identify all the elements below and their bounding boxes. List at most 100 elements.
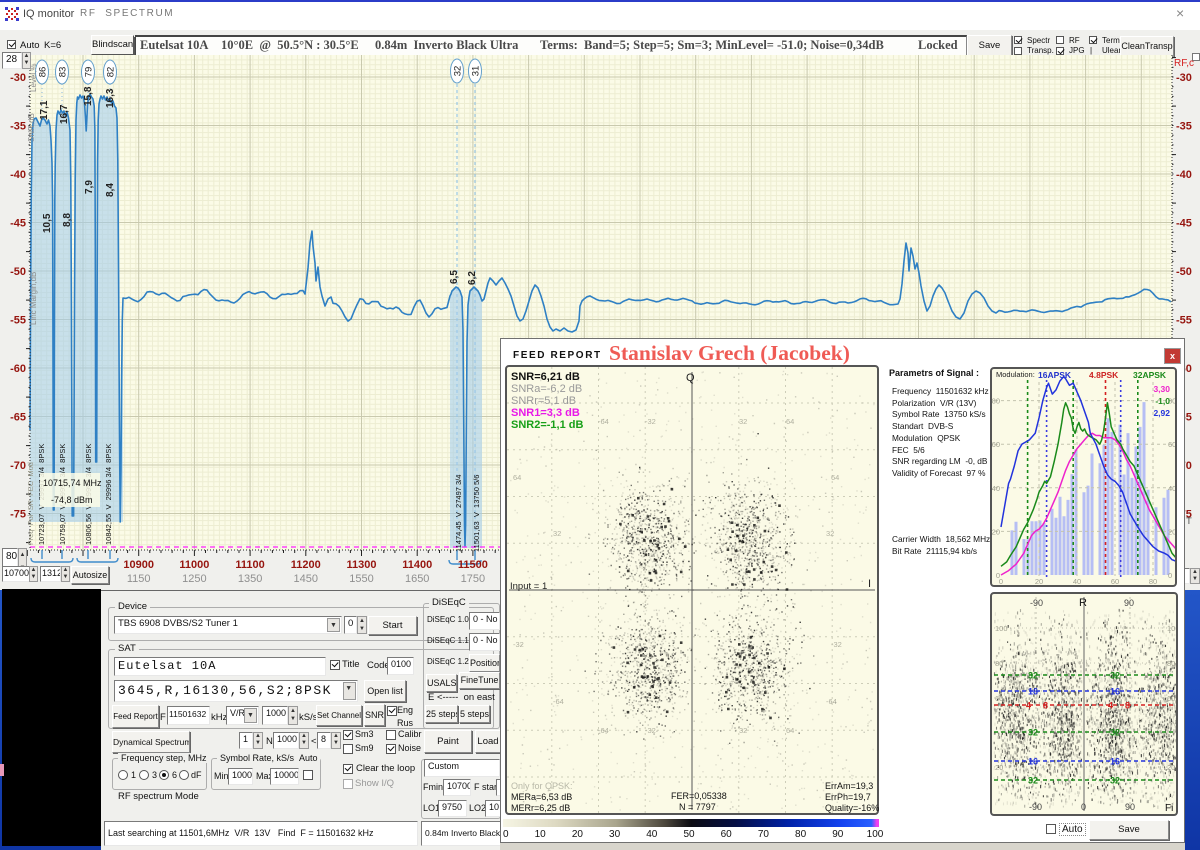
svg-text:32: 32: [1110, 671, 1120, 681]
svg-text:20: 20: [995, 763, 1003, 772]
svg-text:32: 32: [553, 529, 561, 538]
svg-text:RF,c: RF,c: [1174, 58, 1194, 69]
svg-text:32: 32: [1110, 776, 1120, 786]
svg-text:6,5: 6,5: [449, 270, 460, 284]
svg-text:10715,74 MHz: 10715,74 MHz: [43, 478, 102, 488]
svg-text:Fi: Fi: [1165, 803, 1173, 814]
svg-text:-55: -55: [1176, 315, 1192, 327]
svg-text:40: 40: [1168, 484, 1176, 493]
svg-text:60: 60: [1168, 440, 1176, 449]
svg-text:11500: 11500: [458, 559, 488, 571]
svg-text:1550: 1550: [349, 573, 373, 585]
svg-text:-64: -64: [598, 417, 609, 426]
svg-text:10,5: 10,5: [42, 213, 53, 233]
svg-text:80: 80: [995, 659, 1003, 668]
svg-text:79: 79: [84, 67, 95, 78]
svg-text:3,30: 3,30: [1153, 384, 1170, 394]
svg-text:-50: -50: [1176, 266, 1192, 278]
svg-text:16,3: 16,3: [105, 88, 116, 108]
svg-text:60: 60: [992, 440, 1000, 449]
svg-text:32: 32: [453, 66, 464, 77]
svg-text:11400: 11400: [402, 559, 432, 571]
svg-text:11501,63 V 13750 5/6: 11501,63 V 13750 5/6: [472, 475, 481, 552]
svg-text:4: 4: [1026, 701, 1031, 711]
svg-text:16,7: 16,7: [59, 104, 70, 124]
svg-text:8,4: 8,4: [105, 183, 116, 197]
svg-text:32: 32: [826, 529, 834, 538]
svg-text:32: 32: [1028, 728, 1038, 738]
svg-text:0: 0: [1168, 571, 1172, 580]
svg-text:2,92: 2,92: [1153, 408, 1170, 418]
svg-text:-1,0: -1,0: [1155, 396, 1170, 406]
svg-text:-35: -35: [1176, 121, 1192, 133]
svg-text:20: 20: [1168, 527, 1176, 536]
svg-text:31: 31: [471, 66, 482, 77]
svg-text:Q: Q: [686, 372, 695, 384]
svg-text:-30: -30: [1176, 72, 1192, 84]
svg-text:32APSK: 32APSK: [1133, 370, 1167, 380]
svg-text:-35: -35: [10, 121, 26, 133]
svg-text:100: 100: [1167, 624, 1178, 633]
svg-text:86: 86: [38, 67, 49, 78]
svg-text:15,8: 15,8: [83, 86, 94, 106]
svg-text:-50: -50: [10, 266, 26, 278]
svg-text:I: I: [868, 578, 871, 590]
svg-text:20: 20: [1167, 763, 1175, 772]
svg-text:32: 32: [739, 417, 747, 426]
svg-text:11300: 11300: [347, 559, 377, 571]
svg-text:1750: 1750: [461, 573, 485, 585]
svg-text:-40: -40: [10, 169, 26, 181]
svg-text:16: 16: [1110, 687, 1120, 697]
svg-text:0: 0: [999, 577, 1003, 586]
svg-text:40: 40: [992, 484, 1000, 493]
svg-text:16: 16: [1028, 687, 1038, 697]
svg-text:SNR,dB: SNR,dB: [27, 113, 36, 142]
svg-text:11100: 11100: [235, 559, 264, 571]
svg-text:-45: -45: [10, 218, 26, 230]
svg-text:11200: 11200: [291, 559, 321, 571]
svg-text:60: 60: [1111, 577, 1119, 586]
svg-text:60: 60: [995, 694, 1003, 703]
svg-text:8: 8: [1043, 701, 1048, 711]
svg-text:11474,45 V 27497 3/4: 11474,45 V 27497 3/4: [454, 475, 463, 552]
svg-text:-70: -70: [10, 460, 26, 472]
svg-text:-30: -30: [10, 72, 26, 84]
svg-text:-75: -75: [10, 509, 26, 521]
svg-text:8,8: 8,8: [62, 213, 73, 227]
svg-text:20: 20: [1035, 577, 1043, 586]
svg-text:83: 83: [58, 67, 69, 78]
svg-text:64: 64: [786, 726, 794, 735]
svg-text:80: 80: [1167, 659, 1175, 668]
svg-text:32: 32: [1028, 776, 1038, 786]
svg-text:4: 4: [1108, 701, 1113, 711]
svg-text:10842,55 V 29996 3/4 8PSK: 10842,55 V 29996 3/4 8PSK: [104, 444, 113, 545]
svg-text:-64: -64: [553, 697, 564, 706]
svg-text:-45: -45: [1176, 218, 1192, 230]
svg-text:11000: 11000: [179, 559, 209, 571]
svg-text:-90: -90: [1030, 598, 1043, 608]
svg-text:1650: 1650: [405, 573, 429, 585]
svg-text:100: 100: [995, 624, 1008, 633]
svg-text:20: 20: [992, 527, 1000, 536]
svg-text:16: 16: [1110, 757, 1120, 767]
svg-text:0: 0: [1081, 802, 1086, 812]
svg-text:16APSK: 16APSK: [1038, 370, 1072, 380]
svg-text:16: 16: [1028, 757, 1038, 767]
svg-text:8: 8: [1125, 701, 1130, 711]
svg-text:64: 64: [831, 473, 839, 482]
svg-text:90: 90: [1125, 802, 1135, 812]
svg-text:-65: -65: [10, 412, 26, 424]
svg-text:4.8PSK: 4.8PSK: [1089, 370, 1119, 380]
svg-text:Modulation:: Modulation:: [996, 370, 1035, 379]
svg-text:-74,8 dBm: -74,8 dBm: [51, 495, 93, 505]
svg-text:1150: 1150: [127, 573, 151, 585]
svg-text:32: 32: [1110, 728, 1120, 738]
svg-text:80: 80: [1149, 577, 1157, 586]
svg-text:-32: -32: [513, 640, 524, 649]
svg-text:-60: -60: [10, 363, 26, 375]
svg-text:-55: -55: [10, 315, 26, 327]
svg-text:32: 32: [1028, 671, 1038, 681]
svg-text:1450: 1450: [294, 573, 318, 585]
svg-text:1250: 1250: [182, 573, 206, 585]
svg-text:-40: -40: [1176, 169, 1192, 181]
